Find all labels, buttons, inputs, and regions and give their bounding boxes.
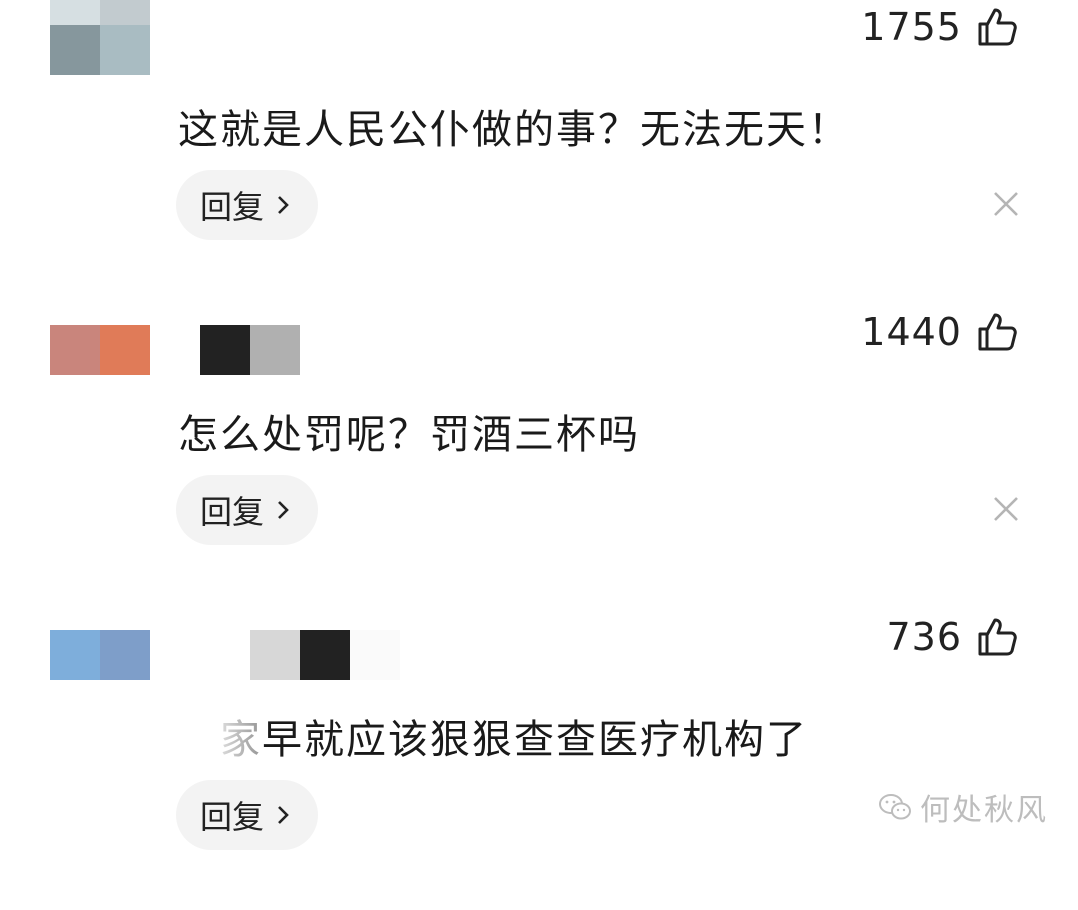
close-icon[interactable] xyxy=(992,495,1020,523)
chevron-right-icon xyxy=(278,196,289,214)
username-redacted[interactable] xyxy=(250,630,400,680)
avatar-pixel xyxy=(50,25,100,75)
username-redacted[interactable] xyxy=(200,325,300,375)
avatar[interactable] xyxy=(50,325,150,375)
chevron-right-icon xyxy=(278,806,289,824)
watermark: 何处秋风 xyxy=(878,785,1048,829)
like-count: 1755 xyxy=(861,5,962,49)
reply-label: 回复 xyxy=(200,188,265,226)
comment-text: 家早就应该狠狠查查医疗机构了 xyxy=(220,717,808,763)
reply-button[interactable]: 回复 xyxy=(176,475,318,545)
avatar[interactable] xyxy=(50,630,150,680)
close-icon[interactable] xyxy=(992,190,1020,218)
avatar-pixel xyxy=(100,0,150,25)
avatar-pixel xyxy=(50,0,100,25)
reply-label: 回复 xyxy=(200,798,265,836)
watermark-text: 何处秋风 xyxy=(920,793,1048,828)
like-count: 1440 xyxy=(861,310,962,354)
comment-item: 736 家早就应该狠狠查查医疗机构了 回复 xyxy=(0,610,1078,910)
like-button[interactable]: 736 xyxy=(886,615,1018,659)
avatar-pixel xyxy=(100,630,150,680)
avatar-pixel xyxy=(50,325,100,375)
username-pixel xyxy=(300,630,350,680)
thumbs-up-icon[interactable] xyxy=(976,6,1018,48)
avatar[interactable] xyxy=(50,0,150,75)
like-button[interactable]: 1755 xyxy=(861,5,1018,49)
comment-item: 1755 这就是人民公仆做的事？无法无天！ 回复 xyxy=(0,0,1078,300)
username-pixel xyxy=(250,630,300,680)
redaction-mask xyxy=(200,705,260,765)
avatar-pixel xyxy=(100,25,150,75)
like-count: 736 xyxy=(886,615,962,659)
chevron-right-icon xyxy=(278,501,289,519)
reply-button[interactable]: 回复 xyxy=(176,780,318,850)
reply-label: 回复 xyxy=(200,493,265,531)
username-pixel xyxy=(200,325,250,375)
reply-button[interactable]: 回复 xyxy=(176,170,318,240)
thumbs-up-icon[interactable] xyxy=(976,616,1018,658)
like-button[interactable]: 1440 xyxy=(861,310,1018,354)
username-pixel xyxy=(350,630,400,680)
comment-item: 1440 怎么处罚呢？罚酒三杯吗 回复 xyxy=(0,305,1078,605)
comment-text: 这就是人民公仆做的事？无法无天！ xyxy=(178,107,850,153)
thumbs-up-icon[interactable] xyxy=(976,311,1018,353)
wechat-icon xyxy=(879,794,911,820)
avatar-pixel xyxy=(50,630,100,680)
username-pixel xyxy=(250,325,300,375)
avatar-pixel xyxy=(100,325,150,375)
comment-text: 怎么处罚呢？罚酒三杯吗 xyxy=(178,412,640,458)
